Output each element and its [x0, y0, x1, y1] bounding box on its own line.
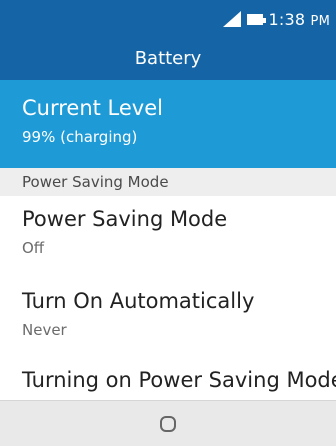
- turn-on-automatically-label: Turn On Automatically: [22, 289, 255, 313]
- turn-on-automatically-value: Never: [22, 321, 67, 339]
- app-header: 1:38 PM Battery: [0, 0, 336, 80]
- status-bar: 1:38 PM: [222, 6, 331, 32]
- center-softkey-icon[interactable]: [160, 415, 176, 432]
- current-level-label: Current Level: [22, 96, 163, 120]
- power-saving-info-item: Turning on Power Saving Mode will turn o…: [0, 366, 336, 400]
- status-time: 1:38 PM: [269, 10, 331, 29]
- page-title: Battery: [134, 48, 202, 69]
- power-saving-mode-label: Power Saving Mode: [22, 207, 228, 231]
- softkey-bar: [0, 400, 336, 446]
- power-saving-mode-item[interactable]: Power Saving Mode Off: [0, 205, 336, 259]
- time-ampm: PM: [310, 13, 330, 29]
- power-saving-mode-value: Off: [22, 239, 45, 257]
- battery-icon: [246, 13, 266, 25]
- time-value: 1:38: [268, 9, 306, 29]
- turn-on-automatically-item[interactable]: Turn On Automatically Never: [0, 287, 336, 341]
- signal-icon: [222, 11, 241, 27]
- current-level-item[interactable]: Current Level 99% (charging): [0, 80, 336, 168]
- section-header: Power Saving Mode: [0, 168, 336, 196]
- power-saving-info-text: Turning on Power Saving Mode will turn o…: [22, 368, 336, 392]
- current-level-value: 99% (charging): [22, 128, 138, 146]
